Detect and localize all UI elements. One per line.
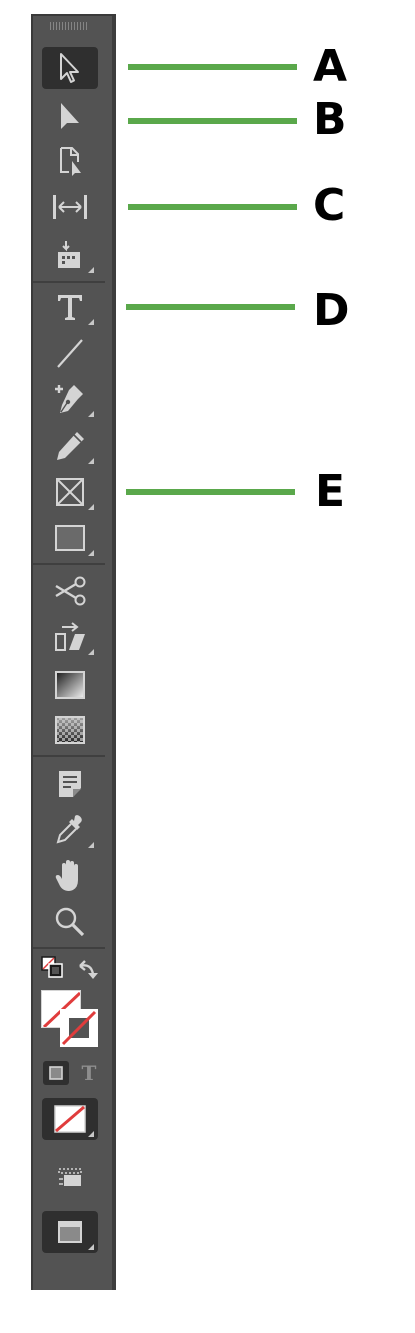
flyout-indicator	[88, 842, 94, 848]
stroke-swatch[interactable]	[60, 1009, 98, 1047]
none-stroke-icon	[61, 1010, 97, 1046]
callout-line-e	[126, 489, 295, 495]
callout-line-a	[128, 64, 297, 70]
panel-edge	[112, 16, 116, 1290]
pencil-icon	[57, 432, 84, 460]
flyout-indicator	[88, 504, 94, 510]
page-tool[interactable]	[42, 140, 98, 182]
direct-selection-tool[interactable]	[42, 96, 98, 138]
gradient-feather-icon	[55, 716, 85, 744]
note-icon	[59, 771, 81, 797]
flyout-indicator	[88, 458, 94, 464]
zoom-tool[interactable]	[42, 901, 98, 943]
tool-group-divider	[33, 947, 105, 949]
tool-group-divider	[33, 563, 105, 565]
flyout-indicator	[88, 1131, 94, 1137]
free-transform-icon	[55, 622, 85, 651]
line-tool[interactable]	[42, 332, 98, 374]
formatting-affects-text-button[interactable]: T	[78, 1060, 100, 1086]
apply-none-button[interactable]	[42, 1098, 98, 1140]
selection-tool[interactable]	[42, 47, 98, 89]
mode-button[interactable]	[42, 1156, 98, 1198]
callout-line-d	[126, 304, 295, 310]
type-tool[interactable]	[42, 286, 98, 328]
screen-mode-icon	[58, 1221, 82, 1243]
gradient-feather-tool[interactable]	[42, 709, 98, 751]
screen-mode-button[interactable]	[42, 1211, 98, 1253]
swap-fill-stroke-button[interactable]	[76, 957, 102, 983]
flyout-indicator	[88, 267, 94, 273]
default-colors-icon	[41, 956, 63, 978]
pencil-tool[interactable]	[42, 425, 98, 467]
pen-icon	[55, 385, 83, 413]
flyout-indicator	[88, 1244, 94, 1250]
eyedropper-tool[interactable]	[42, 809, 98, 851]
hand-tool[interactable]	[42, 855, 98, 897]
zoom-icon	[55, 907, 85, 937]
tool-group-divider	[33, 755, 105, 757]
callout-label-c: C	[313, 180, 346, 231]
swap-arrow-icon	[79, 960, 98, 979]
tool-group-divider	[33, 281, 105, 283]
type-icon	[58, 295, 82, 320]
content-collector-tool[interactable]	[42, 234, 98, 276]
note-tool[interactable]	[42, 763, 98, 805]
formatting-affects-container-button[interactable]	[43, 1061, 69, 1085]
default-fill-stroke-button[interactable]	[40, 955, 64, 979]
pen-tool[interactable]	[42, 378, 98, 420]
hand-icon	[55, 860, 78, 891]
gradient-swatch-tool[interactable]	[42, 664, 98, 706]
rectangle-icon	[55, 525, 85, 551]
flyout-indicator	[88, 649, 94, 655]
scissors-tool[interactable]	[42, 570, 98, 612]
preview-mode-icon	[58, 1168, 82, 1186]
container-icon	[49, 1066, 63, 1080]
scissors-icon	[55, 576, 86, 606]
line-icon	[57, 339, 83, 368]
rectangle-frame-icon	[56, 478, 84, 506]
callout-label-b: B	[313, 94, 347, 145]
solid-arrow-icon	[61, 103, 79, 129]
callout-label-a: A	[313, 41, 348, 92]
flyout-indicator	[88, 411, 94, 417]
callout-label-d: D	[313, 285, 350, 336]
flyout-indicator	[88, 319, 94, 325]
gap-tool[interactable]	[42, 186, 98, 228]
rectangle-frame-tool[interactable]	[42, 471, 98, 513]
eyedropper-icon	[56, 815, 82, 844]
gradient-swatch-icon	[55, 671, 85, 699]
callout-line-c	[128, 204, 297, 210]
free-transform-tool[interactable]	[42, 616, 98, 658]
callout-label-e: E	[315, 466, 346, 517]
page-arrow-icon	[60, 147, 81, 176]
none-color-icon	[54, 1105, 86, 1133]
callout-line-b	[128, 118, 297, 124]
content-collector-icon	[58, 241, 80, 268]
hollow-arrow-icon	[60, 53, 79, 83]
flyout-indicator	[88, 550, 94, 556]
panel-grip[interactable]	[50, 22, 88, 30]
gap-icon	[53, 195, 87, 219]
rectangle-tool[interactable]	[42, 517, 98, 559]
